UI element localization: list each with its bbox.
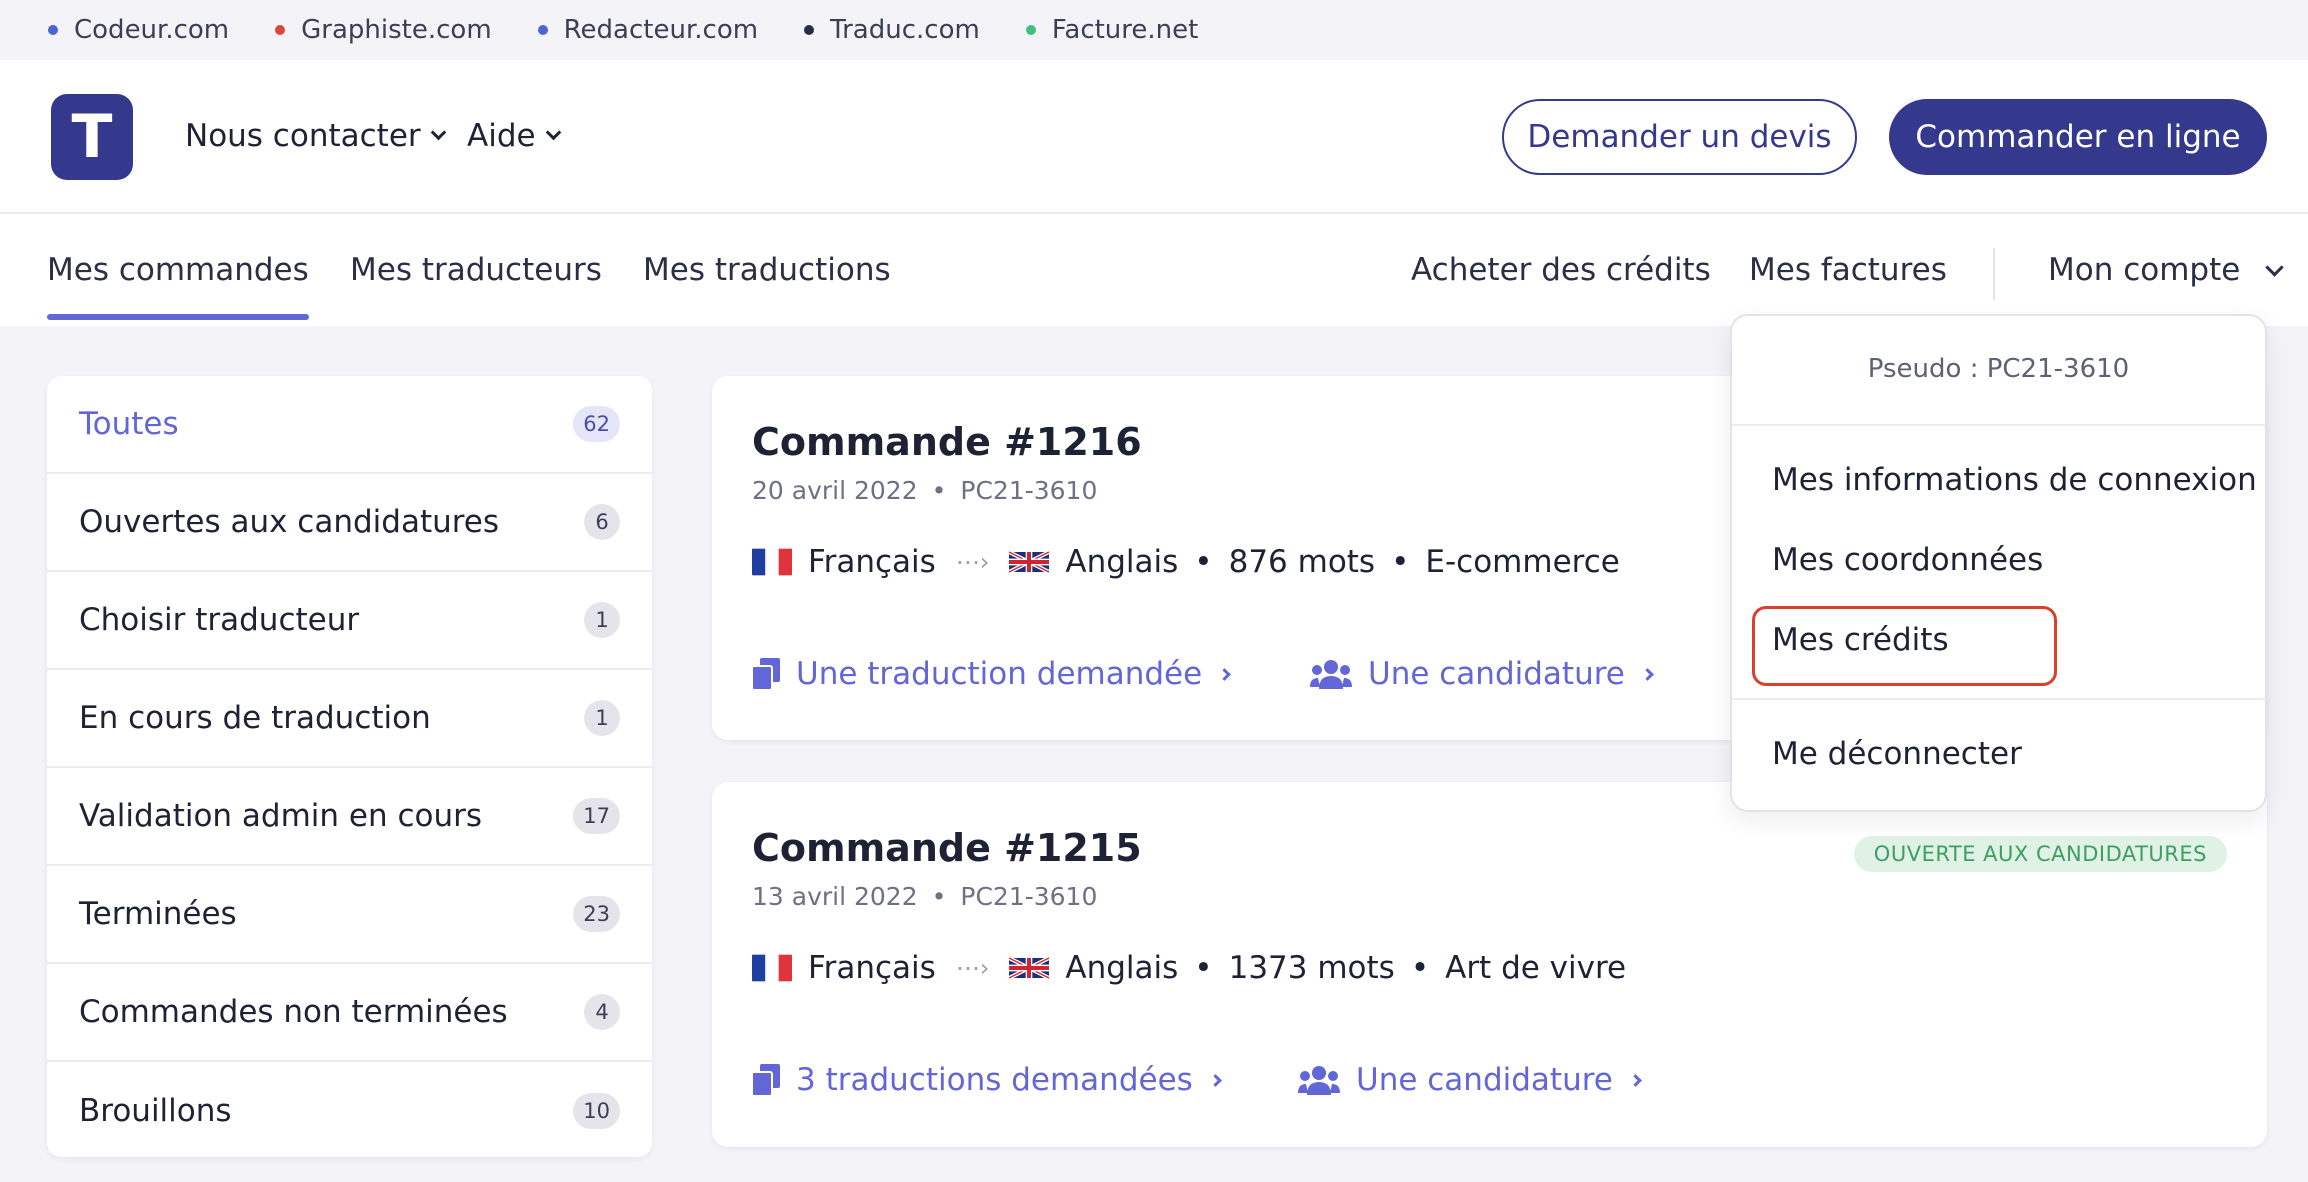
order-title: Commande #1215 — [752, 826, 1142, 870]
network-bar: Codeur.com Graphiste.com Redacteur.com T… — [0, 0, 2308, 60]
arrow-right-icon: ⋯› — [955, 548, 990, 576]
filter-admin-validation[interactable]: Validation admin en cours 17 — [47, 768, 652, 866]
document-icon — [752, 1064, 780, 1096]
chevron-right-icon — [1218, 667, 1232, 681]
applications-link[interactable]: Une candidature — [1298, 1062, 1642, 1098]
tab-my-account[interactable]: Mon compte — [2048, 252, 2284, 288]
count-badge: 17 — [573, 798, 620, 834]
count-badge: 23 — [573, 896, 620, 932]
chevron-right-icon — [1628, 1073, 1642, 1087]
users-icon — [1310, 660, 1352, 689]
status-badge: OUVERTE AUX CANDIDATURES — [1853, 836, 2227, 872]
filter-in-translation[interactable]: En cours de traduction 1 — [47, 670, 652, 768]
account-dropdown-menu: Pseudo : PC21-3610 Mes informations de c… — [1730, 314, 2267, 812]
filter-unfinished[interactable]: Commandes non terminées 4 — [47, 964, 652, 1062]
tab-my-translators[interactable]: Mes traducteurs — [350, 252, 602, 288]
count-badge: 62 — [573, 406, 620, 442]
bullet-icon — [804, 25, 815, 35]
network-link-redacteur[interactable]: Redacteur.com — [537, 15, 758, 45]
network-link-graphiste[interactable]: Graphiste.com — [275, 15, 492, 45]
filter-drafts[interactable]: Brouillons 10 — [47, 1062, 652, 1157]
menu-item-login-info[interactable]: Mes informations de connexion — [1772, 462, 2257, 498]
chevron-right-icon — [1640, 667, 1654, 681]
translations-link[interactable]: 3 traductions demandées — [752, 1062, 1222, 1098]
tab-my-invoices[interactable]: Mes factures — [1749, 252, 1947, 288]
order-online-button[interactable]: Commander en ligne — [1889, 99, 2267, 175]
arrow-right-icon: ⋯› — [955, 954, 990, 982]
site-header: T Nous contacter Aide Demander un devis … — [0, 60, 2308, 214]
order-details: Français ⋯› Anglais • 1373 mots • Art de… — [752, 950, 1626, 986]
filter-open-applications[interactable]: Ouvertes aux candidatures 6 — [47, 474, 652, 572]
applications-link[interactable]: Une candidature — [1310, 656, 1654, 692]
filter-all[interactable]: Toutes 62 — [47, 376, 652, 474]
chevron-right-icon — [1208, 1073, 1222, 1087]
tab-buy-credits[interactable]: Acheter des crédits — [1411, 252, 1711, 288]
account-tabbar: Mes commandes Mes traducteurs Mes traduc… — [0, 214, 2308, 326]
traduc-logo[interactable]: T — [51, 94, 133, 180]
account-pseudo: Pseudo : PC21-3610 — [1867, 354, 2130, 384]
chevron-down-icon — [2265, 258, 2284, 277]
tab-divider — [1993, 248, 1995, 300]
tab-my-orders[interactable]: Mes commandes — [47, 252, 309, 320]
order-title: Commande #1216 — [752, 420, 1142, 464]
menu-item-logout[interactable]: Me déconnecter — [1772, 736, 2022, 772]
order-card[interactable]: Commande #1215 OUVERTE AUX CANDIDATURES … — [712, 782, 2267, 1147]
count-badge: 1 — [584, 602, 620, 638]
filter-completed[interactable]: Terminées 23 — [47, 866, 652, 964]
network-link-codeur[interactable]: Codeur.com — [48, 15, 229, 45]
nav-help[interactable]: Aide — [467, 118, 561, 154]
network-link-traduc[interactable]: Traduc.com — [804, 15, 980, 45]
bullet-icon — [275, 25, 286, 35]
tab-my-translations[interactable]: Mes traductions — [643, 252, 891, 288]
translations-link[interactable]: Une traduction demandée — [752, 656, 1232, 692]
nav-contact[interactable]: Nous contacter — [185, 118, 446, 154]
request-quote-button[interactable]: Demander un devis — [1502, 99, 1857, 175]
france-flag-icon — [752, 548, 792, 576]
menu-item-contact-details[interactable]: Mes coordonnées — [1772, 542, 2043, 578]
document-icon — [752, 658, 780, 690]
menu-divider — [1732, 698, 2265, 700]
france-flag-icon — [752, 954, 792, 982]
chevron-down-icon — [545, 124, 561, 140]
users-icon — [1298, 1066, 1340, 1095]
count-badge: 1 — [584, 700, 620, 736]
order-meta: 20 avril 2022 • PC21-3610 — [752, 476, 1098, 505]
count-badge: 6 — [584, 504, 620, 540]
order-meta: 13 avril 2022 • PC21-3610 — [752, 882, 1098, 911]
bullet-icon — [537, 25, 548, 35]
uk-flag-icon — [1009, 550, 1050, 574]
uk-flag-icon — [1009, 956, 1050, 980]
chevron-down-icon — [430, 124, 446, 140]
count-badge: 10 — [573, 1093, 620, 1129]
menu-item-my-credits[interactable]: Mes crédits — [1772, 622, 1949, 658]
network-link-facture[interactable]: Facture.net — [1025, 15, 1198, 45]
count-badge: 4 — [584, 994, 620, 1030]
order-details: Français ⋯› Anglais • 876 mots • E-comme… — [752, 544, 1620, 580]
filter-choose-translator[interactable]: Choisir traducteur 1 — [47, 572, 652, 670]
bullet-icon — [1025, 25, 1036, 35]
order-filter-sidebar: Toutes 62 Ouvertes aux candidatures 6 Ch… — [47, 376, 652, 1157]
menu-divider — [1732, 424, 2265, 426]
bullet-icon — [48, 25, 58, 35]
